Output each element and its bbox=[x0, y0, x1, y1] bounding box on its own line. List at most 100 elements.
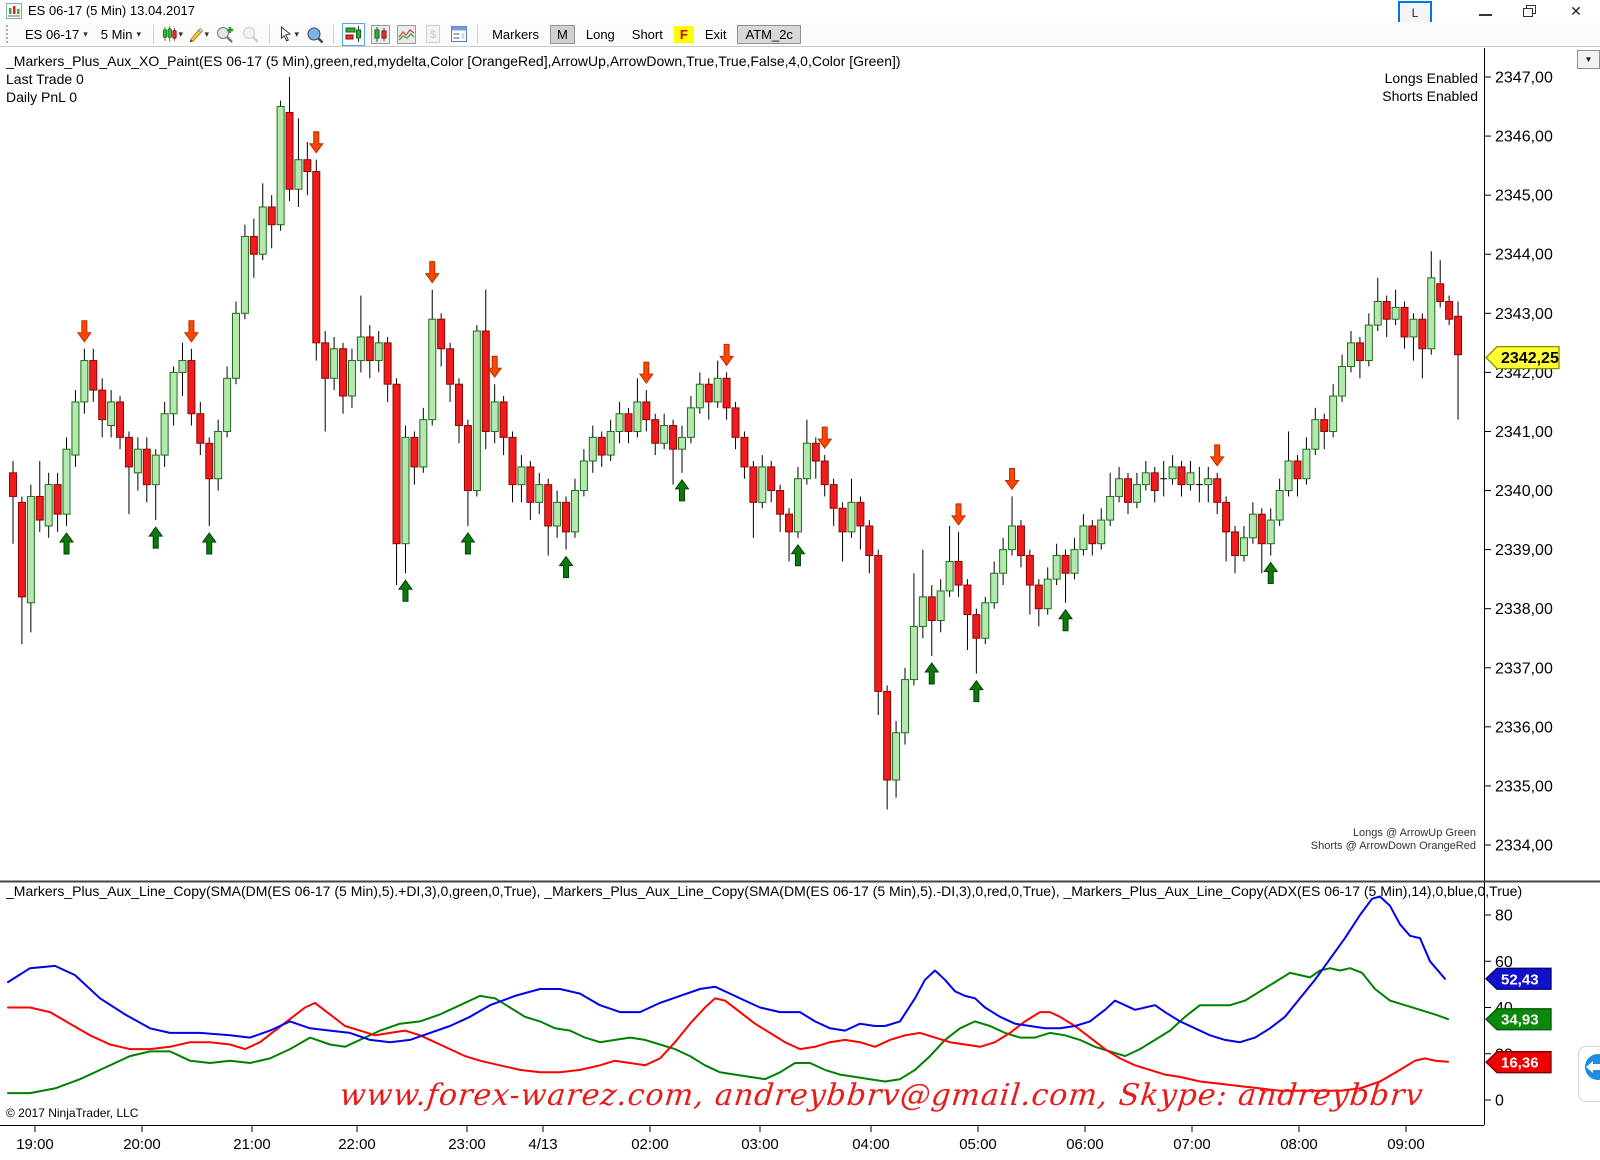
candle-up bbox=[152, 455, 159, 485]
candles-layer bbox=[10, 77, 1462, 810]
candle-up bbox=[759, 467, 766, 502]
price-tick-label: 2345,00 bbox=[1495, 188, 1553, 205]
time-tick-label: 03:00 bbox=[741, 1136, 779, 1153]
candle-up bbox=[1053, 556, 1060, 580]
price-tick-label: 2340,00 bbox=[1495, 483, 1553, 500]
price-chart-canvas[interactable]: 2347,002346,002345,002344,002343,002342,… bbox=[0, 0, 1600, 1160]
candle-up bbox=[794, 479, 801, 532]
lower-indicator-lines bbox=[8, 897, 1448, 1094]
candle-up bbox=[1276, 491, 1283, 521]
candle-up bbox=[1107, 496, 1114, 520]
signal-arrows-layer bbox=[60, 132, 1277, 702]
candle-up bbox=[233, 313, 240, 378]
time-tick-label: 4/13 bbox=[528, 1136, 557, 1153]
candle-down bbox=[1401, 307, 1408, 337]
candle-down bbox=[1089, 526, 1096, 544]
axis-collapse-button[interactable] bbox=[1577, 50, 1600, 69]
candle-up bbox=[580, 461, 587, 491]
candle-up bbox=[215, 431, 222, 478]
candle-up bbox=[1428, 278, 1435, 349]
candle-up bbox=[72, 402, 79, 455]
candle-down bbox=[1151, 473, 1158, 491]
candle-up bbox=[536, 485, 543, 503]
candle-down bbox=[1419, 319, 1426, 349]
candle-down bbox=[866, 526, 873, 556]
candle-up bbox=[1044, 579, 1051, 609]
sell-arrow-icon bbox=[720, 344, 733, 365]
candle-up bbox=[616, 414, 623, 432]
sell-arrow-icon bbox=[310, 132, 323, 153]
time-tick-label: 09:00 bbox=[1387, 1136, 1425, 1153]
candle-down bbox=[1232, 532, 1239, 556]
price-tick-label: 2341,00 bbox=[1495, 424, 1553, 441]
candle-down bbox=[1356, 343, 1363, 361]
candle-down bbox=[955, 561, 962, 585]
candle-up bbox=[1071, 550, 1078, 574]
candle-up bbox=[982, 603, 989, 638]
candle-down bbox=[1178, 467, 1185, 485]
candle-up bbox=[1098, 520, 1105, 544]
candle-down bbox=[393, 384, 400, 544]
price-tick-label: 2339,00 bbox=[1495, 542, 1553, 559]
candle-up bbox=[170, 372, 177, 413]
candle-down bbox=[670, 426, 677, 450]
candle-up bbox=[696, 384, 703, 408]
candle-down bbox=[10, 473, 17, 497]
candle-up bbox=[1303, 449, 1310, 479]
candle-down bbox=[1321, 420, 1328, 432]
candle-down bbox=[643, 402, 650, 420]
time-tick-label: 06:00 bbox=[1066, 1136, 1104, 1153]
candle-down bbox=[839, 508, 846, 532]
candle-up bbox=[910, 626, 917, 679]
buy-arrow-icon bbox=[676, 480, 689, 501]
candle-up bbox=[991, 573, 998, 603]
candle-up bbox=[491, 402, 498, 432]
candle-up bbox=[1205, 479, 1212, 485]
candle-up bbox=[687, 408, 694, 438]
candle-down bbox=[197, 414, 204, 444]
candle-down bbox=[875, 556, 882, 692]
candle-down bbox=[1125, 479, 1132, 503]
candle-down bbox=[1035, 585, 1042, 609]
sell-arrow-icon bbox=[78, 321, 91, 342]
candle-down bbox=[313, 172, 320, 343]
sell-arrow-icon bbox=[426, 262, 439, 283]
candle-down bbox=[652, 420, 659, 444]
candle-down bbox=[1062, 556, 1069, 574]
buy-arrow-icon bbox=[461, 533, 474, 554]
candle-up bbox=[946, 561, 953, 591]
candle-up bbox=[634, 402, 641, 432]
sell-arrow-icon bbox=[185, 321, 198, 342]
buy-arrow-icon bbox=[925, 663, 938, 684]
candle-down bbox=[286, 112, 293, 189]
indicator-tick-label: 80 bbox=[1495, 908, 1513, 925]
price-tick-label: 2337,00 bbox=[1495, 660, 1553, 677]
candle-down bbox=[973, 615, 980, 639]
candle-down bbox=[1214, 479, 1221, 503]
buy-arrow-icon bbox=[203, 533, 216, 554]
candle-down bbox=[1258, 514, 1265, 544]
candle-up bbox=[1009, 526, 1016, 550]
double-arrow-icon bbox=[1583, 1052, 1600, 1082]
time-tick-label: 05:00 bbox=[959, 1136, 997, 1153]
indicator-value-tag-text: 52,43 bbox=[1501, 971, 1539, 988]
remote-control-overlay-icon[interactable] bbox=[1578, 1046, 1600, 1102]
candle-up bbox=[134, 449, 141, 473]
sell-arrow-icon bbox=[1211, 445, 1224, 466]
candle-up bbox=[1339, 366, 1346, 396]
candle-down bbox=[741, 437, 748, 467]
price-tick-label: 2346,00 bbox=[1495, 129, 1553, 146]
candle-up bbox=[661, 426, 668, 444]
candle-down bbox=[928, 597, 935, 621]
candle-up bbox=[348, 361, 355, 396]
price-tick-label: 2334,00 bbox=[1495, 838, 1553, 855]
candle-up bbox=[919, 597, 926, 627]
candle-down bbox=[964, 585, 971, 615]
candle-up bbox=[607, 431, 614, 455]
candle-up bbox=[1142, 473, 1149, 485]
buy-arrow-icon bbox=[560, 557, 573, 578]
candle-down bbox=[1017, 526, 1024, 556]
candle-down bbox=[1294, 461, 1301, 479]
candle-down bbox=[188, 361, 195, 414]
buy-arrow-icon bbox=[399, 580, 412, 601]
